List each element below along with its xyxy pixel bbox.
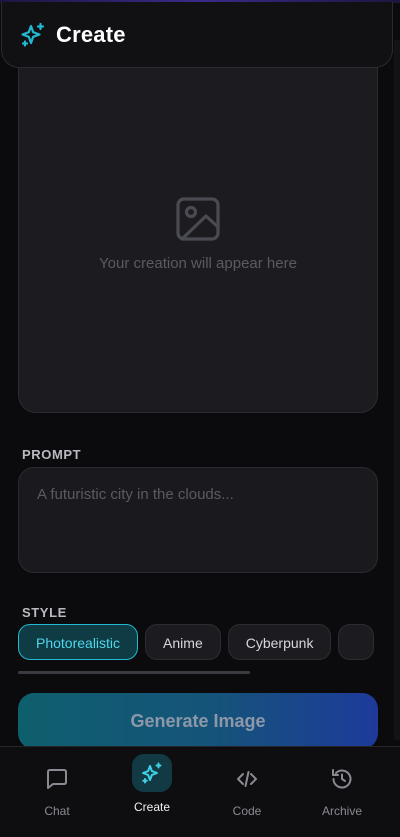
style-option-more[interactable] (338, 624, 375, 660)
style-label: STYLE (22, 605, 67, 620)
sparkles-icon (142, 762, 162, 784)
style-option-photorealistic[interactable]: Photorealistic (18, 624, 139, 660)
style-options-scrollbar[interactable] (18, 671, 250, 674)
nav-item-create[interactable]: Create (112, 747, 192, 837)
nav-label-create: Create (133, 800, 171, 814)
prompt-label: PROMPT (22, 447, 82, 462)
style-option-cyberpunk[interactable]: Cyberpunk (227, 624, 332, 660)
style-options: Photorealistic Anime Cyberpunk (18, 624, 400, 662)
app-header: Create (1, 2, 393, 68)
bottom-navigation: Chat Create Code Archive (0, 746, 400, 837)
generate-image-button[interactable]: Generate Image (18, 693, 378, 749)
page-title: Create (56, 21, 126, 47)
code-icon (237, 771, 257, 787)
image-icon (176, 197, 220, 241)
nav-label-archive: Archive (321, 804, 362, 818)
app: Create Your creation will appear here PR… (0, 0, 400, 837)
chat-icon (47, 769, 67, 789)
nav-item-archive[interactable]: Archive (302, 747, 382, 837)
history-icon (332, 769, 352, 789)
style-option-anime[interactable]: Anime (145, 624, 221, 660)
image-preview-area: Your creation will appear here (18, 44, 378, 413)
preview-placeholder-text: Your creation will appear here (99, 255, 297, 272)
nav-item-code[interactable]: Code (207, 747, 287, 837)
sparkles-icon (21, 22, 45, 47)
nav-item-chat[interactable]: Chat (17, 747, 97, 837)
prompt-input[interactable] (18, 467, 378, 573)
nav-label-chat: Chat (44, 804, 70, 818)
nav-label-code: Code (232, 804, 262, 818)
